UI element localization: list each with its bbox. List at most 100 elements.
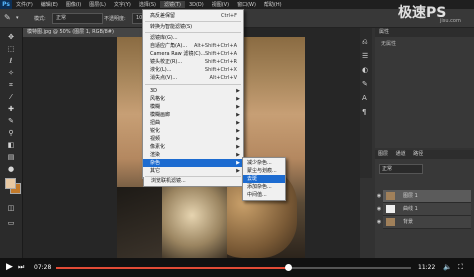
menu-item-filter-gallery[interactable]: 滤镜库(G)... bbox=[143, 34, 243, 42]
marquee-tool-icon[interactable]: ⬚ bbox=[4, 44, 18, 54]
menu-item-lens-correction[interactable]: 镜头校正(R)... Shift+Ctrl+R bbox=[143, 58, 243, 66]
visibility-eye-icon[interactable]: ◉ bbox=[376, 203, 382, 215]
quick-select-tool-icon[interactable]: ✧ bbox=[4, 68, 18, 78]
menu-item-blur[interactable]: 模糊 ▶ bbox=[143, 103, 243, 111]
menu-item-adaptive-wide-angle[interactable]: 自适应广角(A)... Alt+Shift+Ctrl+A bbox=[143, 42, 243, 50]
brush-icon[interactable]: ✎ bbox=[4, 116, 18, 126]
menu-item-vanishing-point[interactable]: 消失点(V)... Alt+Ctrl+V bbox=[143, 74, 243, 82]
necklace-region bbox=[157, 187, 227, 258]
submenu-arrow-icon: ▶ bbox=[236, 168, 240, 174]
layer-name: 背景 bbox=[403, 219, 414, 225]
chevron-down-icon[interactable]: ▾ bbox=[16, 15, 19, 21]
paragraph-icon[interactable]: ¶ bbox=[362, 108, 366, 116]
menu-item-3d[interactable]: 3D ▶ bbox=[143, 87, 243, 95]
menu-divider bbox=[145, 84, 241, 85]
tab-paths[interactable]: 路径 bbox=[410, 151, 426, 157]
adjustments-icon[interactable]: ◐ bbox=[362, 66, 368, 74]
eraser-icon[interactable]: ◧ bbox=[4, 140, 18, 150]
layer-name: 图层 1 bbox=[403, 193, 418, 199]
submenu-arrow-icon: ▶ bbox=[236, 96, 240, 102]
menu-help[interactable]: 帮助(H) bbox=[260, 1, 286, 8]
submenu-item-despeckle[interactable]: 去斑 bbox=[243, 175, 285, 183]
submenu-arrow-icon: ▶ bbox=[236, 144, 240, 150]
progress-fill bbox=[56, 267, 289, 269]
eyedropper-tool-icon[interactable]: ⁄ bbox=[4, 92, 18, 102]
lace-dress-region bbox=[117, 187, 162, 258]
menu-item-other[interactable]: 其它 ▶ bbox=[143, 167, 243, 175]
filter-menu: 高反差保留 Ctrl+F 转换为智能滤镜(S) 滤镜库(G)... 自适应广角(A… bbox=[142, 9, 244, 179]
mode-label: 模式: bbox=[34, 16, 46, 22]
menu-3d[interactable]: 3D(D) bbox=[185, 2, 208, 8]
brush-tool-icon[interactable]: ✎ bbox=[4, 13, 11, 22]
visibility-eye-icon[interactable]: ◉ bbox=[376, 216, 382, 228]
menu-filter[interactable]: 滤镜(T) bbox=[159, 1, 185, 8]
character-icon[interactable]: A bbox=[362, 94, 367, 102]
submenu-arrow-icon: ▶ bbox=[236, 128, 240, 134]
menu-item-render[interactable]: 渲染 ▶ bbox=[143, 151, 243, 159]
submenu-item-dust-scratches[interactable]: 蒙尘与划痕... bbox=[243, 167, 285, 175]
clone-stamp-icon[interactable]: ⚲ bbox=[4, 128, 18, 138]
menu-window[interactable]: 窗口(W) bbox=[233, 1, 260, 8]
menu-view[interactable]: 视图(V) bbox=[208, 1, 233, 8]
dodge-tool-icon[interactable]: ● bbox=[4, 164, 18, 174]
foreground-color-swatch[interactable] bbox=[5, 178, 16, 189]
menu-item-camera-raw[interactable]: Camera Raw 滤镜(C)... Shift+Ctrl+A bbox=[143, 50, 243, 58]
submenu-item-reduce-noise[interactable]: 减少杂色... bbox=[243, 159, 285, 167]
submenu-item-median[interactable]: 中间值... bbox=[243, 191, 285, 199]
move-tool-icon[interactable]: ✥ bbox=[4, 32, 18, 42]
layers-panel: 图层 通道 路径 正常 ◉ 图层 1 ◉ 曲线 1 ◉ 背景 bbox=[375, 150, 474, 258]
layer-thumbnail bbox=[386, 218, 395, 226]
layer-thumbnail bbox=[386, 192, 395, 200]
gradient-tool-icon[interactable]: ▤ bbox=[4, 152, 18, 162]
lasso-tool-icon[interactable]: ℓ bbox=[4, 56, 18, 66]
submenu-arrow-icon: ▶ bbox=[236, 88, 240, 94]
menu-edit[interactable]: 编辑(E) bbox=[37, 1, 62, 8]
tools-panel: ✥ ⬚ ℓ ✧ ⌗ ⁄ ✚ ✎ ⚲ ◧ ▤ ● ◫ ▭ bbox=[0, 28, 23, 258]
menu-item-sharpen[interactable]: 锐化 ▶ bbox=[143, 127, 243, 135]
menu-item-video[interactable]: 视频 ▶ bbox=[143, 135, 243, 143]
healing-tool-icon[interactable]: ✚ bbox=[4, 104, 18, 114]
history-icon[interactable]: ⎌ bbox=[362, 38, 368, 47]
layer-name: 曲线 1 bbox=[403, 206, 418, 212]
menu-item-liquify[interactable]: 液化(L)... Shift+Ctrl+X bbox=[143, 66, 243, 74]
menu-item-last-filter[interactable]: 高反差保留 Ctrl+F bbox=[143, 12, 243, 20]
menu-file[interactable]: 文件(F) bbox=[12, 1, 37, 8]
menu-item-stylize[interactable]: 风格化 ▶ bbox=[143, 95, 243, 103]
menu-item-noise[interactable]: 杂色 ▶ bbox=[143, 159, 243, 167]
submenu-arrow-icon: ▶ bbox=[236, 160, 240, 166]
mode-select[interactable]: 正常 bbox=[52, 13, 103, 24]
layer-row[interactable]: ◉ 背景 bbox=[377, 216, 471, 229]
menu-type[interactable]: 文字(Y) bbox=[110, 1, 135, 8]
visibility-eye-icon[interactable]: ◉ bbox=[376, 190, 382, 202]
quick-mask-icon[interactable]: ◫ bbox=[4, 203, 18, 213]
menu-item-smart-filter[interactable]: 转换为智能滤镜(S) bbox=[143, 23, 243, 31]
panel-icon-strip: ⎌ ☰ ◐ ✎ A ¶ bbox=[360, 28, 372, 178]
layer-row[interactable]: ◉ 图层 1 bbox=[377, 190, 471, 203]
submenu-arrow-icon: ▶ bbox=[236, 112, 240, 118]
properties-icon[interactable]: ☰ bbox=[362, 52, 368, 60]
next-icon[interactable]: ⏭ bbox=[18, 263, 24, 272]
brush-settings-icon[interactable]: ✎ bbox=[362, 80, 368, 88]
layer-row[interactable]: ◉ 曲线 1 bbox=[377, 203, 471, 216]
screen-mode-icon[interactable]: ▭ bbox=[4, 218, 18, 228]
menu-item-distort[interactable]: 扭曲 ▶ bbox=[143, 119, 243, 127]
menu-item-pixelate[interactable]: 像素化 ▶ bbox=[143, 143, 243, 151]
menu-item-browse-online[interactable]: 浏览联机滤镜... bbox=[143, 177, 245, 187]
menu-select[interactable]: 选择(S) bbox=[135, 1, 160, 8]
volume-icon[interactable]: 🔈 bbox=[443, 263, 452, 271]
tab-layers[interactable]: 图层 bbox=[375, 151, 391, 157]
submenu-item-add-noise[interactable]: 添加杂色... bbox=[243, 183, 285, 191]
submenu-arrow-icon: ▶ bbox=[236, 104, 240, 110]
submenu-arrow-icon: ▶ bbox=[236, 152, 240, 158]
play-icon[interactable]: ▶ bbox=[6, 262, 13, 272]
menu-image[interactable]: 图像(I) bbox=[62, 1, 85, 8]
menu-item-blur-gallery[interactable]: 模糊画廊 ▶ bbox=[143, 111, 243, 119]
properties-panel: 属性 无属性 bbox=[375, 28, 474, 148]
tab-channels[interactable]: 通道 bbox=[393, 151, 409, 157]
blend-mode-select[interactable]: 正常 bbox=[379, 164, 423, 174]
menu-layer[interactable]: 图层(L) bbox=[85, 1, 110, 8]
layer-thumbnail bbox=[386, 205, 395, 213]
fullscreen-icon[interactable]: ⛶ bbox=[458, 263, 463, 272]
total-time: 11:22 bbox=[418, 264, 436, 271]
crop-tool-icon[interactable]: ⌗ bbox=[4, 80, 18, 90]
